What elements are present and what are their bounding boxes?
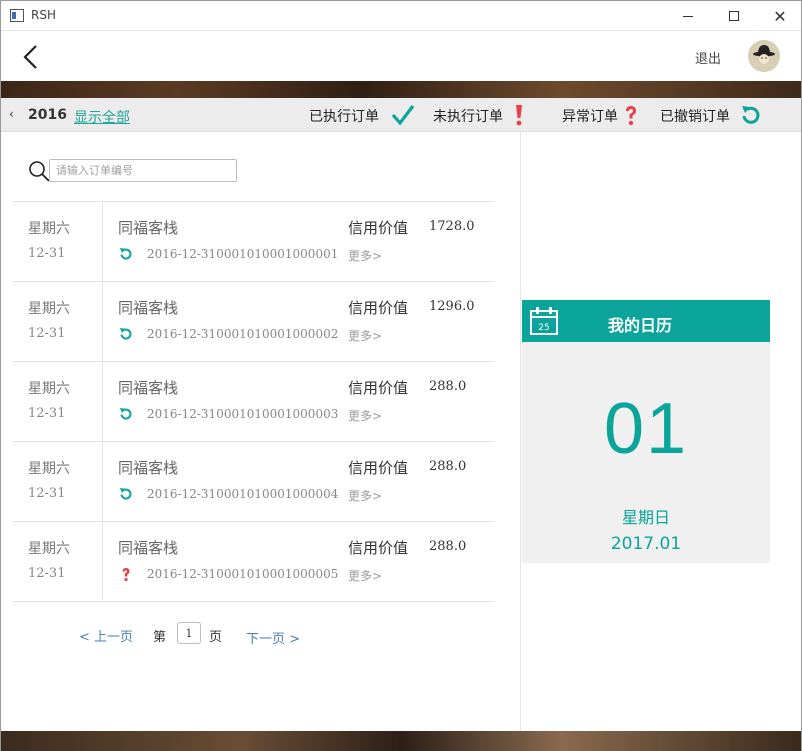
exclamation-icon[interactable] [507,103,531,127]
order-weekday: 星期六 [28,541,70,557]
calendar-icon: 25 [530,307,558,335]
order-number: 2016-12-310001010001000005 [147,567,339,581]
order-date: 12-31 [28,406,66,421]
credit-value-label: 信用价值 [348,219,409,237]
calendar-year-month: 2017.01 [610,534,682,554]
order-row[interactable]: 星期六 12-31 同福客栈 2016-12-31000101000100000… [12,442,494,522]
order-number: 2016-12-310001010001000002 [147,327,339,341]
app-icon [10,9,24,22]
order-row[interactable]: 星期六 12-31 同福客栈 2016-12-31000101000100000… [12,282,494,362]
filter-executed-orders[interactable]: 已执行订单 [309,106,379,126]
order-date-cell: 星期六 12-31 [12,522,103,601]
back-arrow-icon[interactable] [19,42,43,72]
window-title: RSH [31,8,56,22]
credit-value: 288.0 [429,379,467,394]
pagination: < 上一页 第 页 下一页 > [1,620,521,650]
order-row[interactable]: 星期六 12-31 同福客栈 2016-12-31000101000100000… [12,202,494,282]
undo-icon [120,408,132,420]
hotel-name: 同福客栈 [118,379,179,397]
prev-year-button[interactable]: ‹ [9,107,14,121]
order-weekday: 星期六 [28,221,70,237]
order-date-cell: 星期六 12-31 [12,442,103,521]
order-date-cell: 星期六 12-31 [12,202,103,281]
order-weekday: 星期六 [28,461,70,477]
order-number: 2016-12-310001010001000003 [147,407,339,421]
page-suffix-label: 页 [209,630,223,645]
credit-value-label: 信用价值 [348,459,409,477]
more-link[interactable]: 更多> [348,327,382,344]
maximize-icon [729,11,739,21]
filter-bar: ‹ 2016 显示全部 已执行订单 未执行订单 异常订单 已撤销订单 [1,98,801,132]
order-search-input[interactable] [49,159,237,182]
calendar-widget: 25 我的日历 01 星期日 2017.01 [522,300,770,563]
orders-panel: 星期六 12-31 同福客栈 2016-12-31000101000100000… [1,132,521,731]
credit-value-label: 信用价值 [348,379,409,397]
hotel-name: 同福客栈 [118,219,179,237]
close-icon: ✕ [773,6,787,26]
hotel-name: 同福客栈 [118,539,179,557]
background-photo-strip-bottom [1,731,801,751]
question-icon [122,568,130,582]
order-date: 12-31 [28,566,66,581]
more-link[interactable]: 更多> [348,487,382,504]
show-all-link[interactable]: 显示全部 [74,107,130,127]
credit-value: 1728.0 [429,219,475,234]
order-date-cell: 星期六 12-31 [12,282,103,361]
order-date: 12-31 [28,246,66,261]
question-icon[interactable] [619,103,643,127]
credit-value-label: 信用价值 [348,539,409,557]
filter-cancelled-orders[interactable]: 已撤销订单 [660,106,730,126]
order-date: 12-31 [28,486,66,501]
app-header: 退出 [1,32,801,81]
hat-avatar-icon [748,40,780,72]
credit-value: 288.0 [429,539,467,554]
maximize-button[interactable] [711,1,757,31]
order-date-cell: 星期六 12-31 [12,362,103,441]
background-photo-strip [1,81,801,98]
close-button[interactable]: ✕ [757,1,802,31]
credit-value-label: 信用价值 [348,299,409,317]
undo-icon [120,488,132,500]
calendar-day: 01 [603,389,689,469]
order-list: 星期六 12-31 同福客栈 2016-12-31000101000100000… [12,201,494,602]
page-prefix-label: 第 [153,630,167,645]
app-window: RSH ✕ 退出 ‹ 2016 显示全部 已执行订单 未执行订单 异常订单 已撤… [0,0,802,751]
calendar-weekday: 星期日 [621,508,670,527]
undo-icon[interactable] [739,103,763,127]
order-weekday: 星期六 [28,381,70,397]
page-number-input[interactable] [177,622,201,644]
title-bar: RSH ✕ [1,1,801,31]
order-date: 12-31 [28,326,66,341]
hotel-name: 同福客栈 [118,299,179,317]
hotel-name: 同福客栈 [118,459,179,477]
minimize-button[interactable] [665,1,711,31]
order-weekday: 星期六 [28,301,70,317]
undo-icon [120,328,132,340]
credit-value: 288.0 [429,459,467,474]
calendar-icon-day: 25 [538,323,549,333]
more-link[interactable]: 更多> [348,247,382,264]
more-link[interactable]: 更多> [348,407,382,424]
calendar-title: 我的日历 [608,316,673,335]
filter-abnormal-orders[interactable]: 异常订单 [562,106,618,126]
order-number: 2016-12-310001010001000004 [147,487,339,501]
next-page-button[interactable]: 下一页 > [246,628,300,647]
logout-link[interactable]: 退出 [695,48,721,67]
order-row[interactable]: 星期六 12-31 同福客栈 2016-12-31000101000100000… [12,362,494,442]
credit-value: 1296.0 [429,299,475,314]
checkmark-icon[interactable] [391,103,415,127]
order-row[interactable]: 星期六 12-31 同福客栈 2016-12-31000101000100000… [12,522,494,602]
year-label: 2016 [28,107,67,123]
minimize-icon [683,15,693,17]
order-number: 2016-12-310001010001000001 [147,247,339,261]
search-icon [29,161,50,182]
more-link[interactable]: 更多> [348,567,382,584]
undo-icon [120,248,132,260]
filter-unexecuted-orders[interactable]: 未执行订单 [433,106,503,126]
calendar-header: 25 我的日历 [522,300,770,342]
avatar[interactable] [748,40,780,72]
prev-page-button[interactable]: < 上一页 [79,626,133,645]
